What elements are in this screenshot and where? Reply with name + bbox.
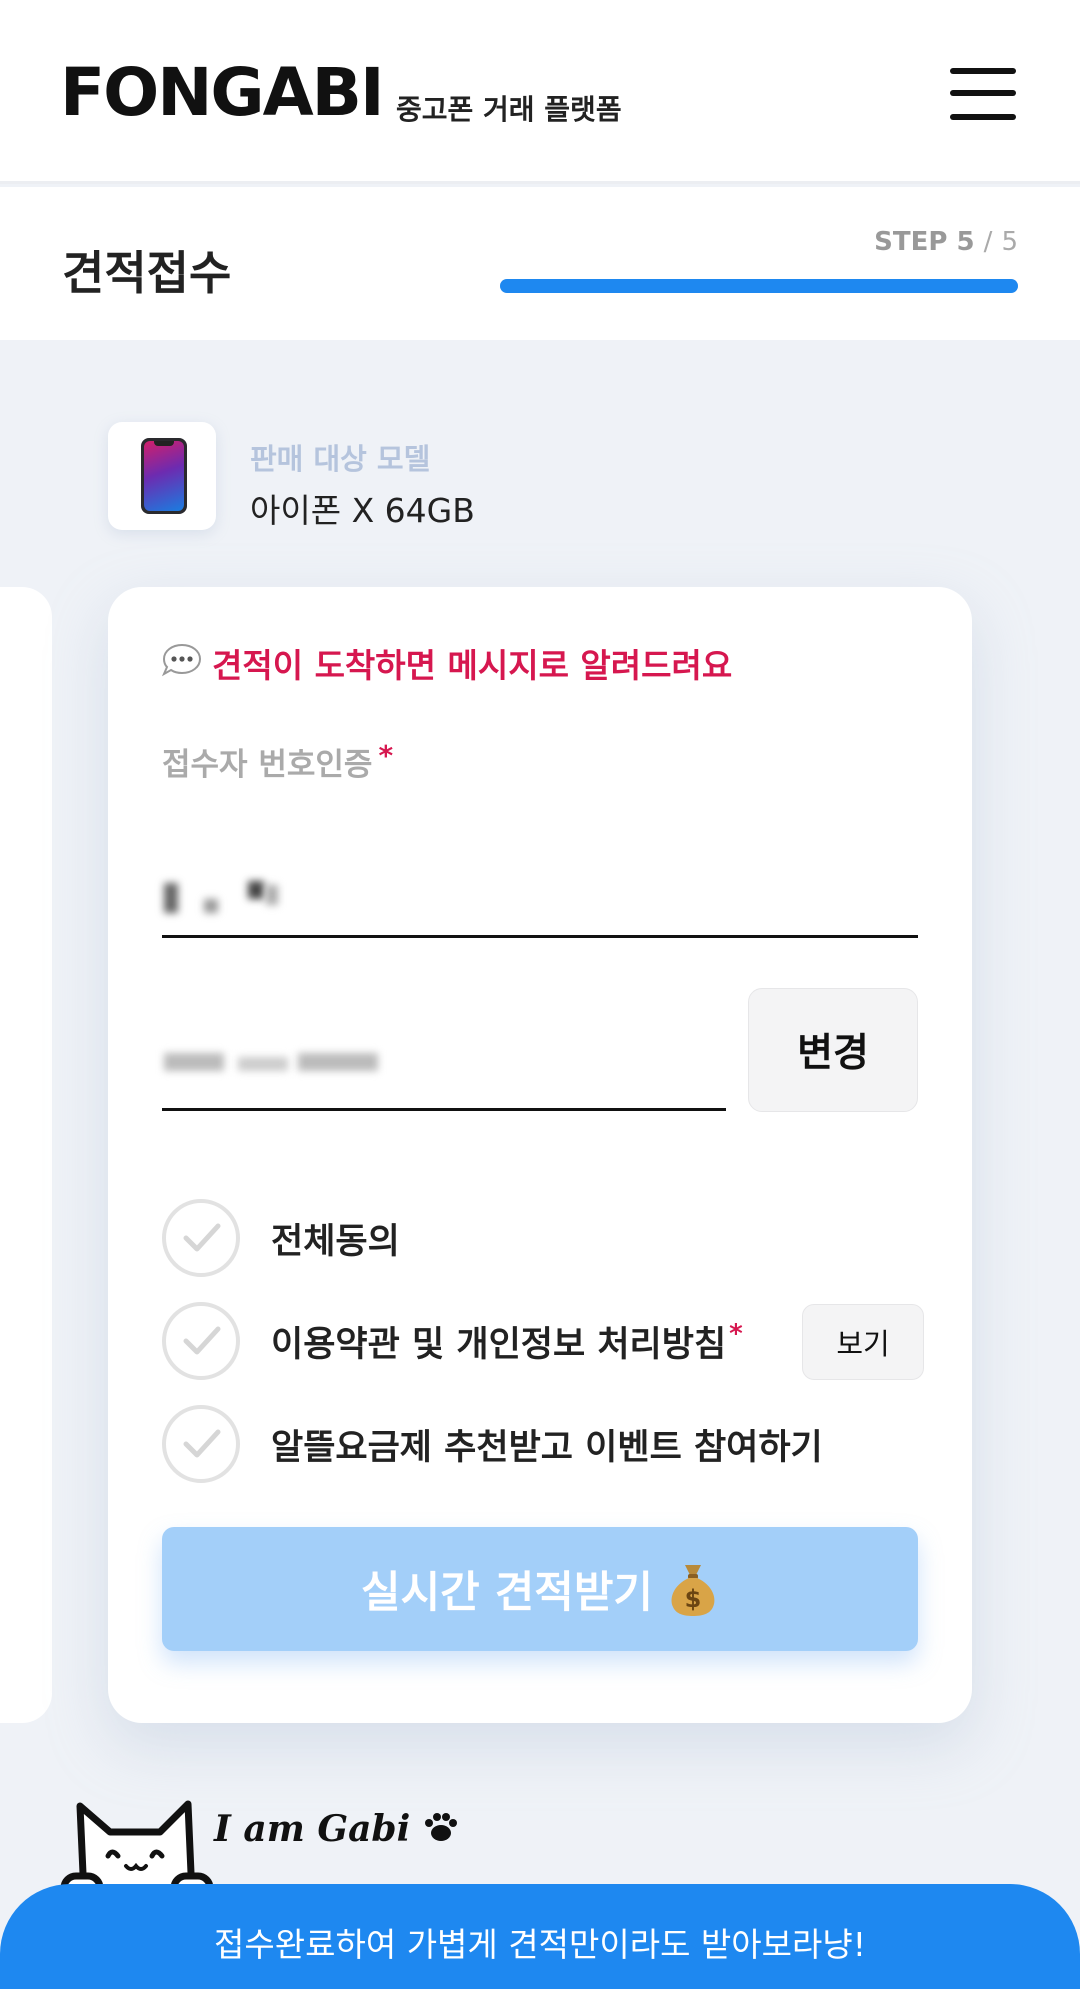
agree-terms-label: 이용약관 및 개인정보 처리방침 * [271, 1316, 743, 1367]
step-separator: / [983, 227, 993, 257]
previous-card-edge [0, 587, 52, 1723]
speech-bubble-icon [162, 643, 202, 677]
agree-all-label: 전체동의 [271, 1222, 400, 1262]
step-progress-section: 견적접수 STEP 5 / 5 [0, 187, 1080, 340]
header-tagline: 중고폰 거래 플랫폼 [396, 93, 622, 126]
fongabi-logo[interactable]: FONGABI [60, 60, 385, 126]
model-name: 아이폰 X 64GB [250, 491, 475, 530]
agree-all-row[interactable]: 전체동의 [162, 1199, 922, 1277]
agree-terms-row[interactable]: 이용약관 및 개인정보 처리방침 * 보기 [162, 1302, 924, 1380]
required-mark: * [729, 1319, 743, 1349]
notice-text: 견적이 도착하면 메시지로 알려드려요 [212, 646, 733, 685]
quote-request-card: 견적이 도착하면 메시지로 알려드려요 접수자 번호인증 * 변경 전체동의 이용… [108, 587, 972, 1723]
step-total: 5 [1001, 227, 1018, 257]
check-icon [183, 1223, 221, 1252]
app-header: FONGABI 중고폰 거래 플랫폼 [0, 0, 1080, 184]
phone-number-field[interactable] [162, 997, 726, 1111]
notice: 견적이 도착하면 메시지로 알려드려요 [162, 639, 922, 685]
agree-event-label: 알뜰요금제 추천받고 이벤트 참여하기 [271, 1428, 823, 1468]
required-mark: * [378, 739, 394, 772]
phone-verification-label: 접수자 번호인증 * [162, 739, 393, 784]
submit-button-label: 실시간 견적받기 [361, 1568, 653, 1618]
iphone-x-icon [141, 438, 187, 514]
paw-icon [425, 1813, 457, 1841]
page-title: 견적접수 [62, 246, 232, 300]
checkbox-agree-all[interactable] [162, 1199, 240, 1277]
model-label: 판매 대상 모델 [250, 442, 431, 476]
progress-bar [500, 279, 1018, 293]
check-icon [183, 1326, 221, 1355]
model-thumbnail [108, 422, 216, 530]
step-current: STEP 5 [874, 227, 975, 257]
checkbox-agree-terms[interactable] [162, 1302, 240, 1380]
check-icon [183, 1429, 221, 1458]
view-terms-button[interactable]: 보기 [802, 1304, 924, 1380]
phone-verification-label-text: 접수자 번호인증 [162, 747, 373, 783]
money-bag-icon: $ [671, 1565, 715, 1616]
get-realtime-quote-button[interactable]: 실시간 견적받기 $ [162, 1527, 918, 1651]
change-button[interactable]: 변경 [748, 988, 918, 1112]
banner-text: 접수완료하여 가볍게 견적만이라도 받아보라냥! [214, 1925, 866, 1964]
svg-text:$: $ [685, 1585, 702, 1613]
checkbox-agree-event[interactable] [162, 1405, 240, 1483]
bottom-banner[interactable]: 접수완료하여 가볍게 견적만이라도 받아보라냥! [0, 1884, 1080, 1989]
agree-terms-label-text: 이용약관 및 개인정보 처리방침 [271, 1325, 727, 1365]
name-field[interactable] [162, 823, 918, 938]
mascot-text: I am Gabi [214, 1808, 411, 1850]
agree-event-row[interactable]: 알뜰요금제 추천받고 이벤트 참여하기 [162, 1405, 922, 1483]
step-indicator: STEP 5 / 5 [874, 227, 1018, 257]
hamburger-menu-icon[interactable] [950, 64, 1018, 122]
progress-bar-fill [500, 279, 1018, 293]
